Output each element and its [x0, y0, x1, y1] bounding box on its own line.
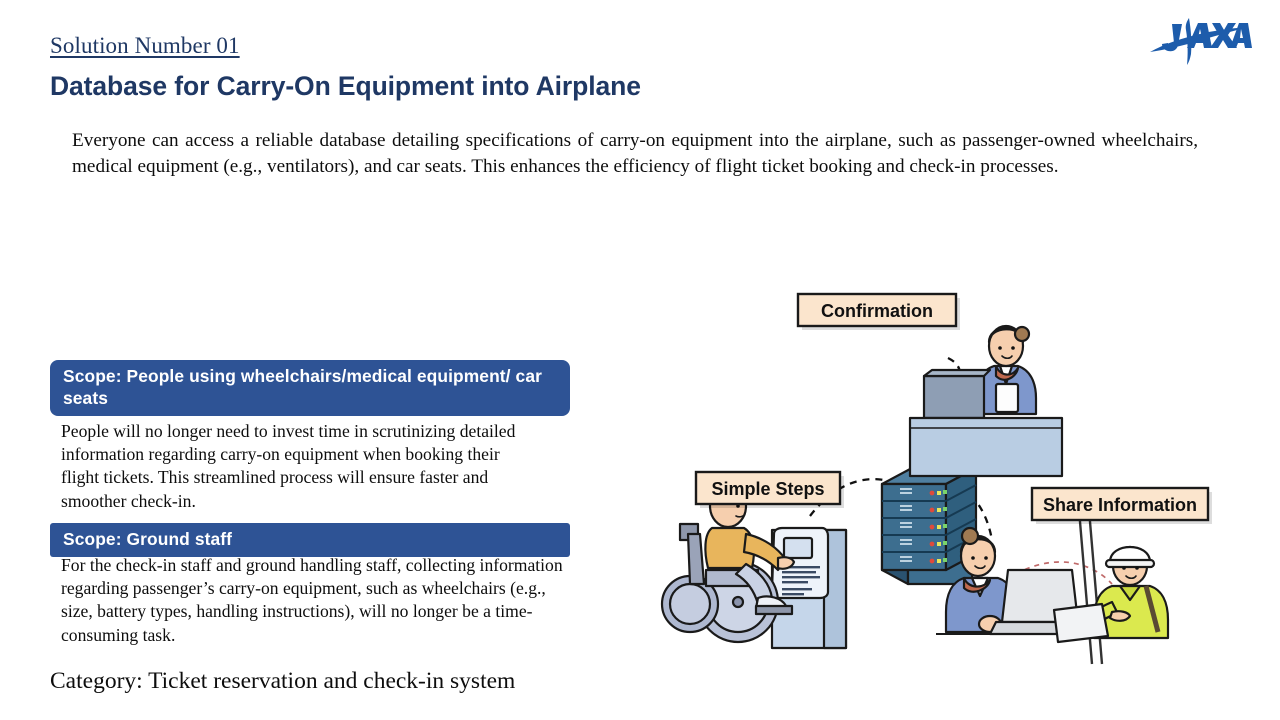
scope-banner-passengers: Scope: People using wheelchairs/medical … [50, 360, 570, 416]
scope-body-passengers: People will no longer need to invest tim… [61, 421, 516, 511]
slide-root: Solution Number 01 Database for Carry-On… [0, 0, 1280, 720]
callout-simple-steps: Simple Steps [694, 470, 844, 508]
scope-banner-ground-staff: Scope: Ground staff [50, 523, 570, 557]
callout-share-information-label: Share Information [1043, 495, 1197, 515]
check-in-counter-staff [908, 324, 1064, 478]
callout-share-information: Share Information [1030, 486, 1212, 524]
lead-paragraph: Everyone can access a reliable database … [72, 130, 1198, 177]
server-rack [880, 466, 978, 586]
category-label: Category: Ticket reservation and check-i… [50, 668, 516, 694]
solution-number: Solution Number 01 [50, 33, 240, 58]
scope-body-ground-staff: For the check-in staff and ground handli… [61, 555, 563, 645]
callout-confirmation-label: Confirmation [821, 301, 933, 321]
page-title: Database for Carry-On Equipment into Air… [50, 71, 641, 101]
callout-confirmation: Confirmation [796, 292, 960, 330]
wheelchair-user-at-kiosk [660, 483, 848, 650]
callout-simple-steps-label: Simple Steps [711, 479, 824, 499]
jaxa-logo [1142, 14, 1252, 66]
illustration: .ol { stroke:#1a1a1a; stroke-width:2.2; … [660, 272, 1240, 672]
